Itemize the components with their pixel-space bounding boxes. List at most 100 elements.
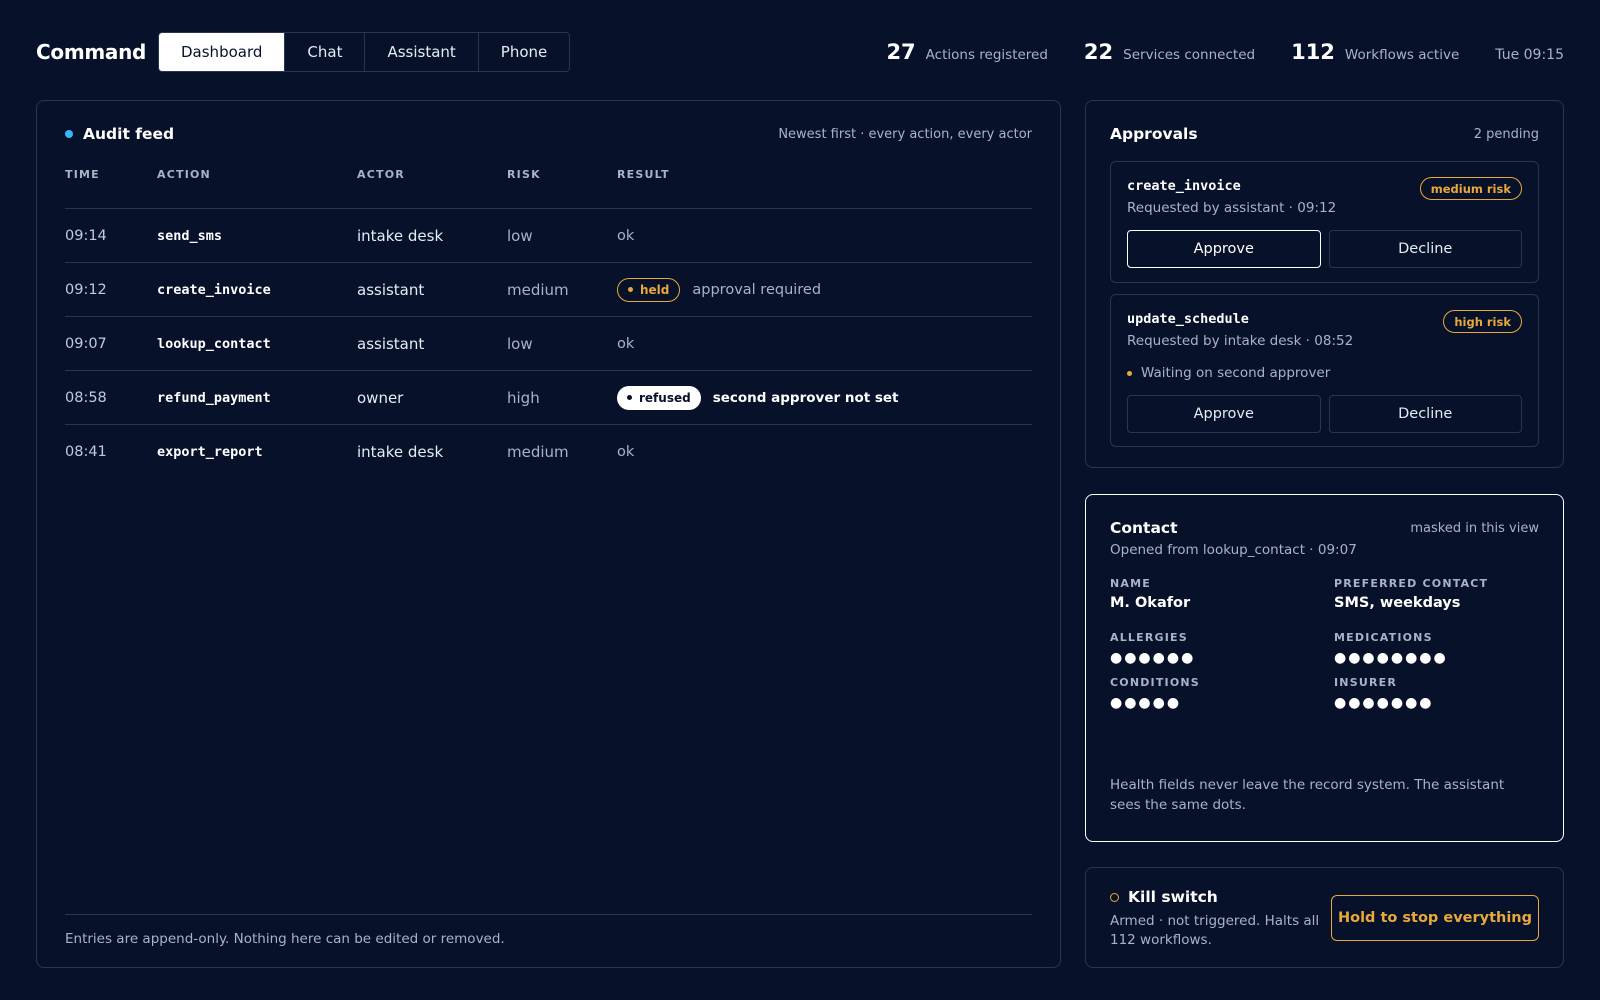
refused-dot-icon <box>627 395 632 400</box>
approval-status: Waiting on second approver <box>1127 365 1330 381</box>
row-actor: assistant <box>357 280 425 299</box>
approval-card-update-schedule: update_schedule Requested by intake desk… <box>1110 294 1539 447</box>
approval-requested-by: Requested by assistant · 09:12 <box>1127 200 1337 216</box>
stat-services-value: 22 <box>1083 40 1114 64</box>
waiting-dot-icon <box>1127 370 1132 376</box>
column-result: RESULT <box>617 168 670 181</box>
audit-feed-title: Audit feed <box>83 125 175 143</box>
masked-value: ●●●●●●●● <box>1334 650 1448 666</box>
approve-button[interactable]: Approve <box>1127 230 1321 268</box>
row-result: ok <box>617 444 1032 460</box>
audit-table-header: TIME ACTION ACTOR RISK RESULT <box>65 167 1032 209</box>
table-row[interactable]: 09:12 create_invoice assistant medium he… <box>65 263 1032 317</box>
held-dot-icon <box>628 287 633 292</box>
row-result: ok <box>617 228 1032 244</box>
column-actor: ACTOR <box>357 168 405 181</box>
row-actor: intake desk <box>357 226 444 245</box>
row-result: refused second approver not set <box>617 385 1032 410</box>
stop-everything-button[interactable]: Hold to stop everything <box>1331 895 1539 941</box>
stat-actions-value: 27 <box>886 40 916 64</box>
row-result-text: ok <box>617 227 635 244</box>
audit-feed-footer: Entries are append-only. Nothing here ca… <box>65 914 1032 947</box>
approval-action-name: create_invoice <box>1127 178 1241 194</box>
field-preferred-value: SMS, weekdays <box>1334 595 1461 611</box>
row-actor: assistant <box>357 334 425 353</box>
field-preferred-contact: PREFERRED CONTACT SMS, weekdays <box>1334 577 1488 611</box>
held-badge-label: held <box>640 282 670 297</box>
stat-workflows-label: Workflows active <box>1344 47 1460 63</box>
decline-button[interactable]: Decline <box>1328 395 1522 433</box>
tab-assistant[interactable]: Assistant <box>365 33 479 71</box>
contact-header: Contact masked in this view <box>1110 519 1539 537</box>
field-conditions-label: CONDITIONS <box>1110 676 1200 689</box>
approval-actions: Approve Decline <box>1127 230 1522 268</box>
contact-footer: Health fields never leave the record sys… <box>1110 777 1505 813</box>
row-result: held approval required <box>617 277 1032 302</box>
tab-phone[interactable]: Phone <box>479 33 569 71</box>
held-badge: held <box>617 277 681 302</box>
approval-action-name: update_schedule <box>1127 311 1249 327</box>
audit-feed-header: Audit feed Newest first · every action, … <box>65 125 1032 143</box>
row-action: export_report <box>157 444 263 460</box>
decline-button[interactable]: Decline <box>1328 230 1522 268</box>
tab-dashboard[interactable]: Dashboard <box>159 33 286 71</box>
field-medications: MEDICATIONS ●●●●●●●● <box>1334 631 1448 665</box>
contact-masked-note: masked in this view <box>1410 520 1539 536</box>
table-row[interactable]: 08:58 refund_payment owner high refused … <box>65 371 1032 425</box>
kill-switch-header: Kill switch <box>1110 888 1218 906</box>
column-risk: RISK <box>507 168 541 181</box>
live-dot-icon <box>65 130 73 138</box>
audit-feed-note: Newest first · every action, every actor <box>778 126 1032 142</box>
table-row[interactable]: 08:41 export_report intake desk medium o… <box>65 425 1032 479</box>
field-conditions: CONDITIONS ●●●●● <box>1110 676 1200 710</box>
header-stats: 27 Actions registered 22 Services connec… <box>886 40 1564 64</box>
audit-feed-panel: Audit feed Newest first · every action, … <box>36 100 1061 968</box>
masked-value: ●●●●●● <box>1110 650 1196 666</box>
field-preferred-label: PREFERRED CONTACT <box>1334 577 1489 590</box>
approval-card-create-invoice: create_invoice Requested by assistant · … <box>1110 161 1539 283</box>
refused-badge: refused <box>617 385 701 410</box>
risk-badge: medium risk <box>1419 177 1522 200</box>
masked-value: ●●●●●●● <box>1334 695 1434 711</box>
row-result: ok <box>617 336 1032 352</box>
field-insurer-label: INSURER <box>1334 676 1398 689</box>
row-risk: low <box>507 334 533 353</box>
clock: Tue 09:15 <box>1495 47 1564 63</box>
approval-requested-by: Requested by intake desk · 08:52 <box>1127 333 1354 349</box>
table-row[interactable]: 09:07 lookup_contact assistant low ok <box>65 317 1032 371</box>
approval-actions: Approve Decline <box>1127 395 1522 433</box>
stat-services: 22 Services connected <box>1084 40 1255 64</box>
row-risk: medium <box>507 280 569 299</box>
row-time: 09:07 <box>65 335 107 352</box>
armed-ring-icon <box>1110 892 1119 902</box>
kill-switch-panel: Kill switch Armed · not triggered. Halts… <box>1085 867 1564 968</box>
row-action: lookup_contact <box>157 335 271 352</box>
table-row[interactable]: 09:14 send_sms intake desk low ok <box>65 209 1032 263</box>
tab-chat[interactable]: Chat <box>285 33 366 71</box>
stat-workflows: 112 Workflows active <box>1291 40 1459 64</box>
column-action: ACTION <box>157 168 211 181</box>
refused-badge-label: refused <box>639 390 691 405</box>
masked-value: ●●●●● <box>1110 695 1182 711</box>
contact-title: Contact <box>1110 519 1178 537</box>
row-actor: owner <box>357 388 404 407</box>
stat-services-label: Services connected <box>1123 47 1256 63</box>
approvals-panel: Approvals 2 pending create_invoice Reque… <box>1085 100 1564 468</box>
row-time: 08:41 <box>65 444 107 460</box>
audit-table: TIME ACTION ACTOR RISK RESULT 09:14 send… <box>65 167 1032 479</box>
main-tabs: Dashboard Chat Assistant Phone <box>158 32 571 72</box>
row-time: 09:14 <box>65 227 107 244</box>
brand-title: Command <box>36 40 147 64</box>
field-name-label: NAME <box>1110 577 1151 590</box>
row-result-text: ok <box>617 444 635 460</box>
row-result-text: approval required <box>692 281 822 298</box>
row-time: 08:58 <box>65 389 107 406</box>
approvals-title: Approvals <box>1110 125 1198 143</box>
field-name: NAME M. Okafor <box>1110 577 1190 611</box>
row-action: create_invoice <box>157 281 271 298</box>
approve-button[interactable]: Approve <box>1127 395 1321 433</box>
kill-switch-status: Armed · not triggered. Halts all 112 wor… <box>1110 913 1320 948</box>
row-risk: medium <box>507 443 569 461</box>
stat-actions: 27 Actions registered <box>886 40 1047 64</box>
row-time: 09:12 <box>65 281 107 298</box>
